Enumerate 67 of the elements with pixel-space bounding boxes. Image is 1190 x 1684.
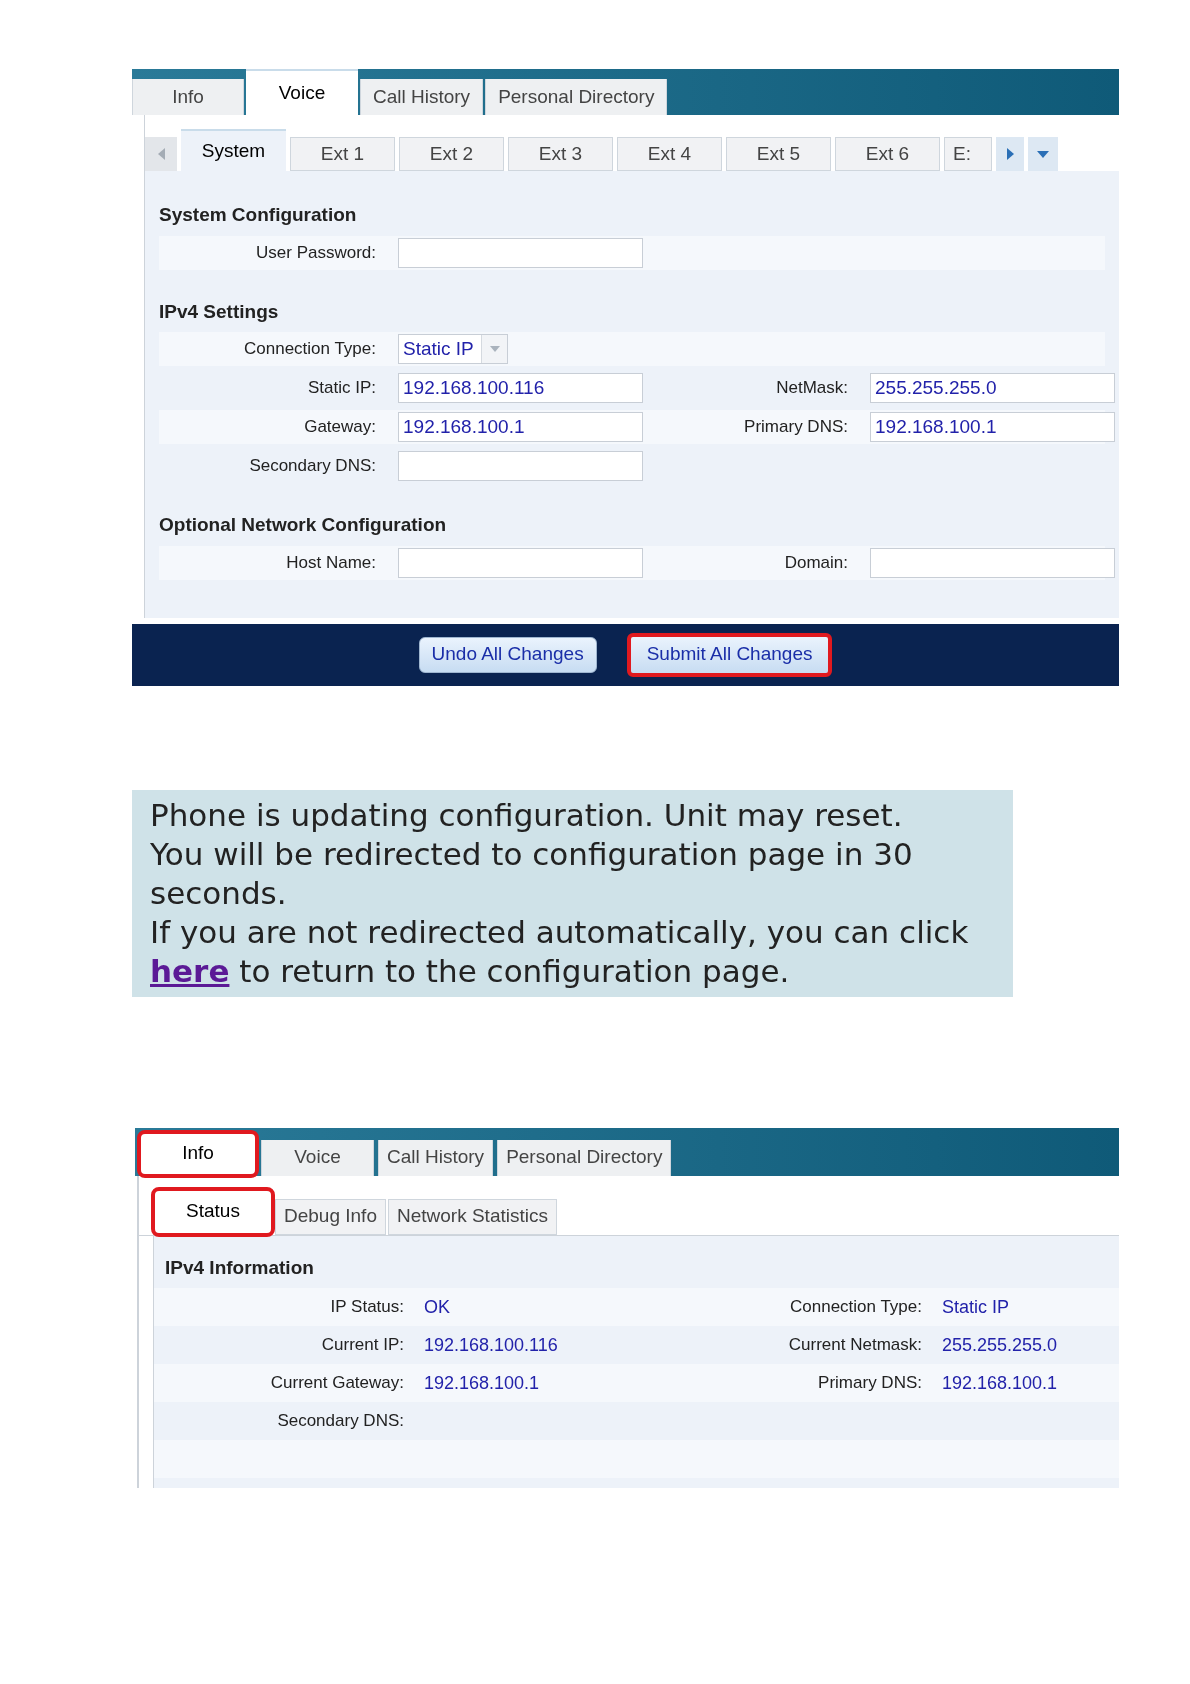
info-value: 192.168.100.1 [424, 1372, 540, 1393]
left-caret-icon [157, 148, 165, 160]
info-label: Secondary DNS: [276, 1410, 405, 1433]
field-label: NetMask: [775, 377, 849, 400]
subtab[interactable]: Status [153, 1188, 273, 1235]
field-label: User Password: [255, 241, 377, 264]
input-field[interactable] [398, 237, 643, 268]
subtab[interactable]: System [181, 129, 286, 171]
info-value: OK [424, 1296, 450, 1317]
subtab[interactable]: Debug Info [275, 1198, 386, 1235]
field-label: Host Name: [285, 551, 377, 574]
section-heading: Optional Network Configuration [159, 513, 448, 537]
info-label: Current Netmask: [787, 1334, 923, 1357]
info-label: Primary DNS: [817, 1372, 923, 1395]
input-field[interactable]: 255.255.255.0 [870, 373, 1115, 403]
action-button[interactable]: Undo All Changes [418, 636, 597, 673]
subtab[interactable]: Ext 2 [399, 137, 504, 171]
subtab[interactable]: Network Statistics [387, 1198, 557, 1235]
tab[interactable]: Personal Directory [497, 1139, 672, 1176]
info-value: 192.168.100.1 [942, 1372, 1058, 1393]
input-field[interactable] [398, 547, 643, 578]
field-label: Secondary DNS: [248, 455, 377, 478]
subtab[interactable]: Ext 5 [726, 137, 831, 171]
tab[interactable]: Voice [261, 1139, 374, 1176]
dropdown-caret-icon [1037, 150, 1049, 158]
subtab[interactable]: E: [944, 137, 992, 171]
input-field[interactable]: 192.168.100.116 [398, 373, 643, 403]
section-heading: IPv4 Settings [159, 299, 280, 324]
tab[interactable]: Call History [378, 1139, 494, 1176]
info-label: IP Status: [329, 1296, 405, 1319]
tab[interactable]: Personal Directory [485, 79, 668, 115]
field-label: Gateway: [303, 416, 377, 439]
info-value: 192.168.100.116 [424, 1334, 558, 1355]
right-caret-icon [1006, 148, 1014, 160]
info-value: Static IP [942, 1296, 1010, 1317]
field-label: Connection Type: [243, 338, 377, 361]
action-button[interactable]: Submit All Changes [626, 632, 833, 677]
section-heading: IPv4 Information [164, 1255, 315, 1280]
info-label: Connection Type: [789, 1296, 923, 1319]
dropdown-caret-icon [489, 346, 500, 352]
message-text: You will be redirected to configuration page in 30 seconds. [150, 834, 914, 913]
info-label: Current Gateway: [269, 1372, 405, 1395]
scroll-left-button[interactable] [145, 137, 177, 171]
message-text: If you are not redirected automatically, you can click here to return to the configuration page. [150, 912, 970, 991]
input-field[interactable] [870, 547, 1115, 578]
tab[interactable]: Info [132, 79, 244, 115]
input-field[interactable]: 192.168.100.1 [398, 412, 643, 442]
more-tabs-button[interactable] [1028, 137, 1058, 171]
input-field[interactable] [398, 451, 643, 481]
tab[interactable]: Info [139, 1131, 257, 1176]
info-label: Current IP: [320, 1334, 405, 1357]
tab[interactable]: Call History [360, 79, 484, 115]
subtab[interactable]: Ext 3 [508, 137, 613, 171]
tab[interactable]: Voice [246, 69, 358, 115]
scroll-right-button[interactable] [996, 137, 1024, 171]
message-text: Phone is updating configuration. Unit may reset. [150, 795, 904, 835]
info-value: 255.255.255.0 [942, 1334, 1058, 1355]
connection-type-select[interactable]: Static IP [398, 334, 508, 364]
section-heading: System Configuration [159, 203, 358, 227]
here-link[interactable]: here [150, 952, 230, 989]
field-label: Primary DNS: [743, 416, 849, 439]
subtab[interactable]: Ext 1 [290, 137, 395, 171]
field-label: Static IP: [306, 377, 377, 400]
field-label: Domain: [783, 551, 849, 574]
input-field[interactable]: 192.168.100.1 [870, 412, 1115, 442]
subtab[interactable]: Ext 4 [617, 137, 722, 171]
subtab[interactable]: Ext 6 [835, 137, 940, 171]
